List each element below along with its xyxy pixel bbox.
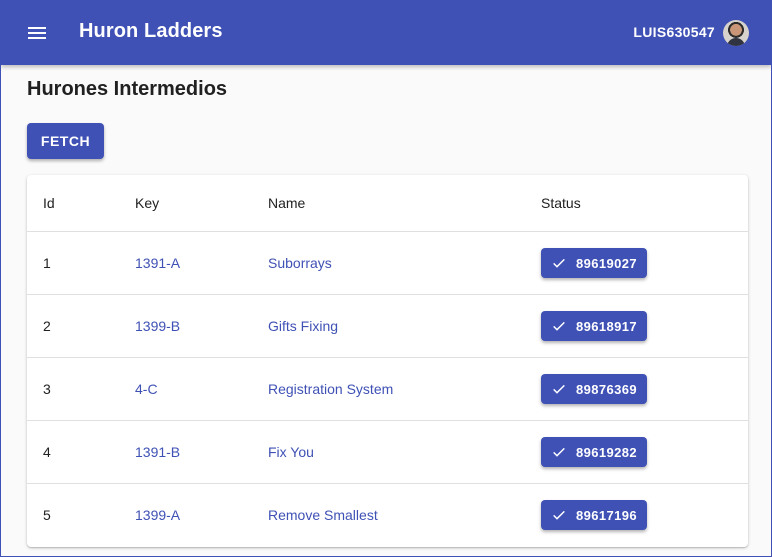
row-key-link[interactable]: 1391-B (135, 444, 180, 460)
status-value: 89619027 (576, 255, 638, 271)
column-header-id: Id (27, 175, 135, 232)
check-icon (553, 321, 565, 331)
status-value: 89876369 (576, 381, 638, 397)
ladder-table-card: Id Key Name Status 1 1391-A Suborrays 89… (27, 175, 748, 547)
table-row: 3 4-C Registration System 89876369 (27, 357, 748, 421)
row-name-link[interactable]: Remove Smallest (268, 507, 378, 523)
row-name-link[interactable]: Gifts Fixing (268, 318, 338, 334)
row-name-link[interactable]: Fix You (268, 444, 314, 460)
username-label[interactable]: LUIS630547 (633, 24, 715, 40)
table-row: 5 1399-A Remove Smallest 89617196 (27, 484, 748, 547)
user-avatar[interactable] (723, 20, 749, 46)
row-key-link[interactable]: 1399-A (135, 507, 180, 523)
status-button[interactable]: 89619282 (541, 437, 648, 467)
check-icon (553, 447, 565, 457)
row-id: 5 (43, 507, 51, 523)
row-id: 3 (27, 357, 135, 421)
app-window: Huron Ladders LUIS630547 Hurones Interme… (0, 0, 772, 557)
row-name-link[interactable]: Suborrays (268, 255, 332, 271)
row-id: 2 (27, 294, 135, 358)
check-icon (553, 510, 565, 520)
row-key-link[interactable]: 4-C (135, 381, 158, 397)
status-button[interactable]: 89617196 (541, 500, 648, 530)
app-title: Huron Ladders (79, 20, 223, 42)
ladder-table: Id Key Name Status 1 1391-A Suborrays 89… (27, 175, 748, 546)
app-bar: Huron Ladders LUIS630547 (1, 1, 771, 65)
row-key-link[interactable]: 1391-A (135, 255, 180, 271)
table-row: 4 1391-B Fix You 89619282 (27, 420, 748, 484)
status-button[interactable]: 89876369 (541, 374, 648, 404)
table-row: 1 1391-A Suborrays 89619027 (27, 231, 748, 295)
column-header-name: Name (268, 175, 541, 232)
check-icon (553, 258, 565, 268)
check-icon (553, 384, 565, 394)
status-value: 89617196 (576, 507, 638, 523)
column-header-status: Status (541, 175, 748, 232)
row-id: 1 (27, 231, 135, 295)
status-value: 89618917 (576, 318, 638, 334)
table-header-row: Id Key Name Status (27, 175, 748, 232)
row-name-link[interactable]: Registration System (268, 381, 393, 397)
status-button[interactable]: 89619027 (541, 248, 648, 278)
fetch-button[interactable]: FETCH (27, 123, 104, 159)
table-row: 2 1399-B Gifts Fixing 89618917 (27, 294, 748, 358)
row-id: 4 (27, 420, 135, 484)
status-button[interactable]: 89618917 (541, 311, 648, 341)
page-title: Hurones Intermedios (27, 78, 228, 100)
status-value: 89619282 (576, 444, 638, 460)
hamburger-menu-icon[interactable] (25, 21, 49, 45)
column-header-key: Key (135, 175, 268, 232)
row-key-link[interactable]: 1399-B (135, 318, 180, 334)
